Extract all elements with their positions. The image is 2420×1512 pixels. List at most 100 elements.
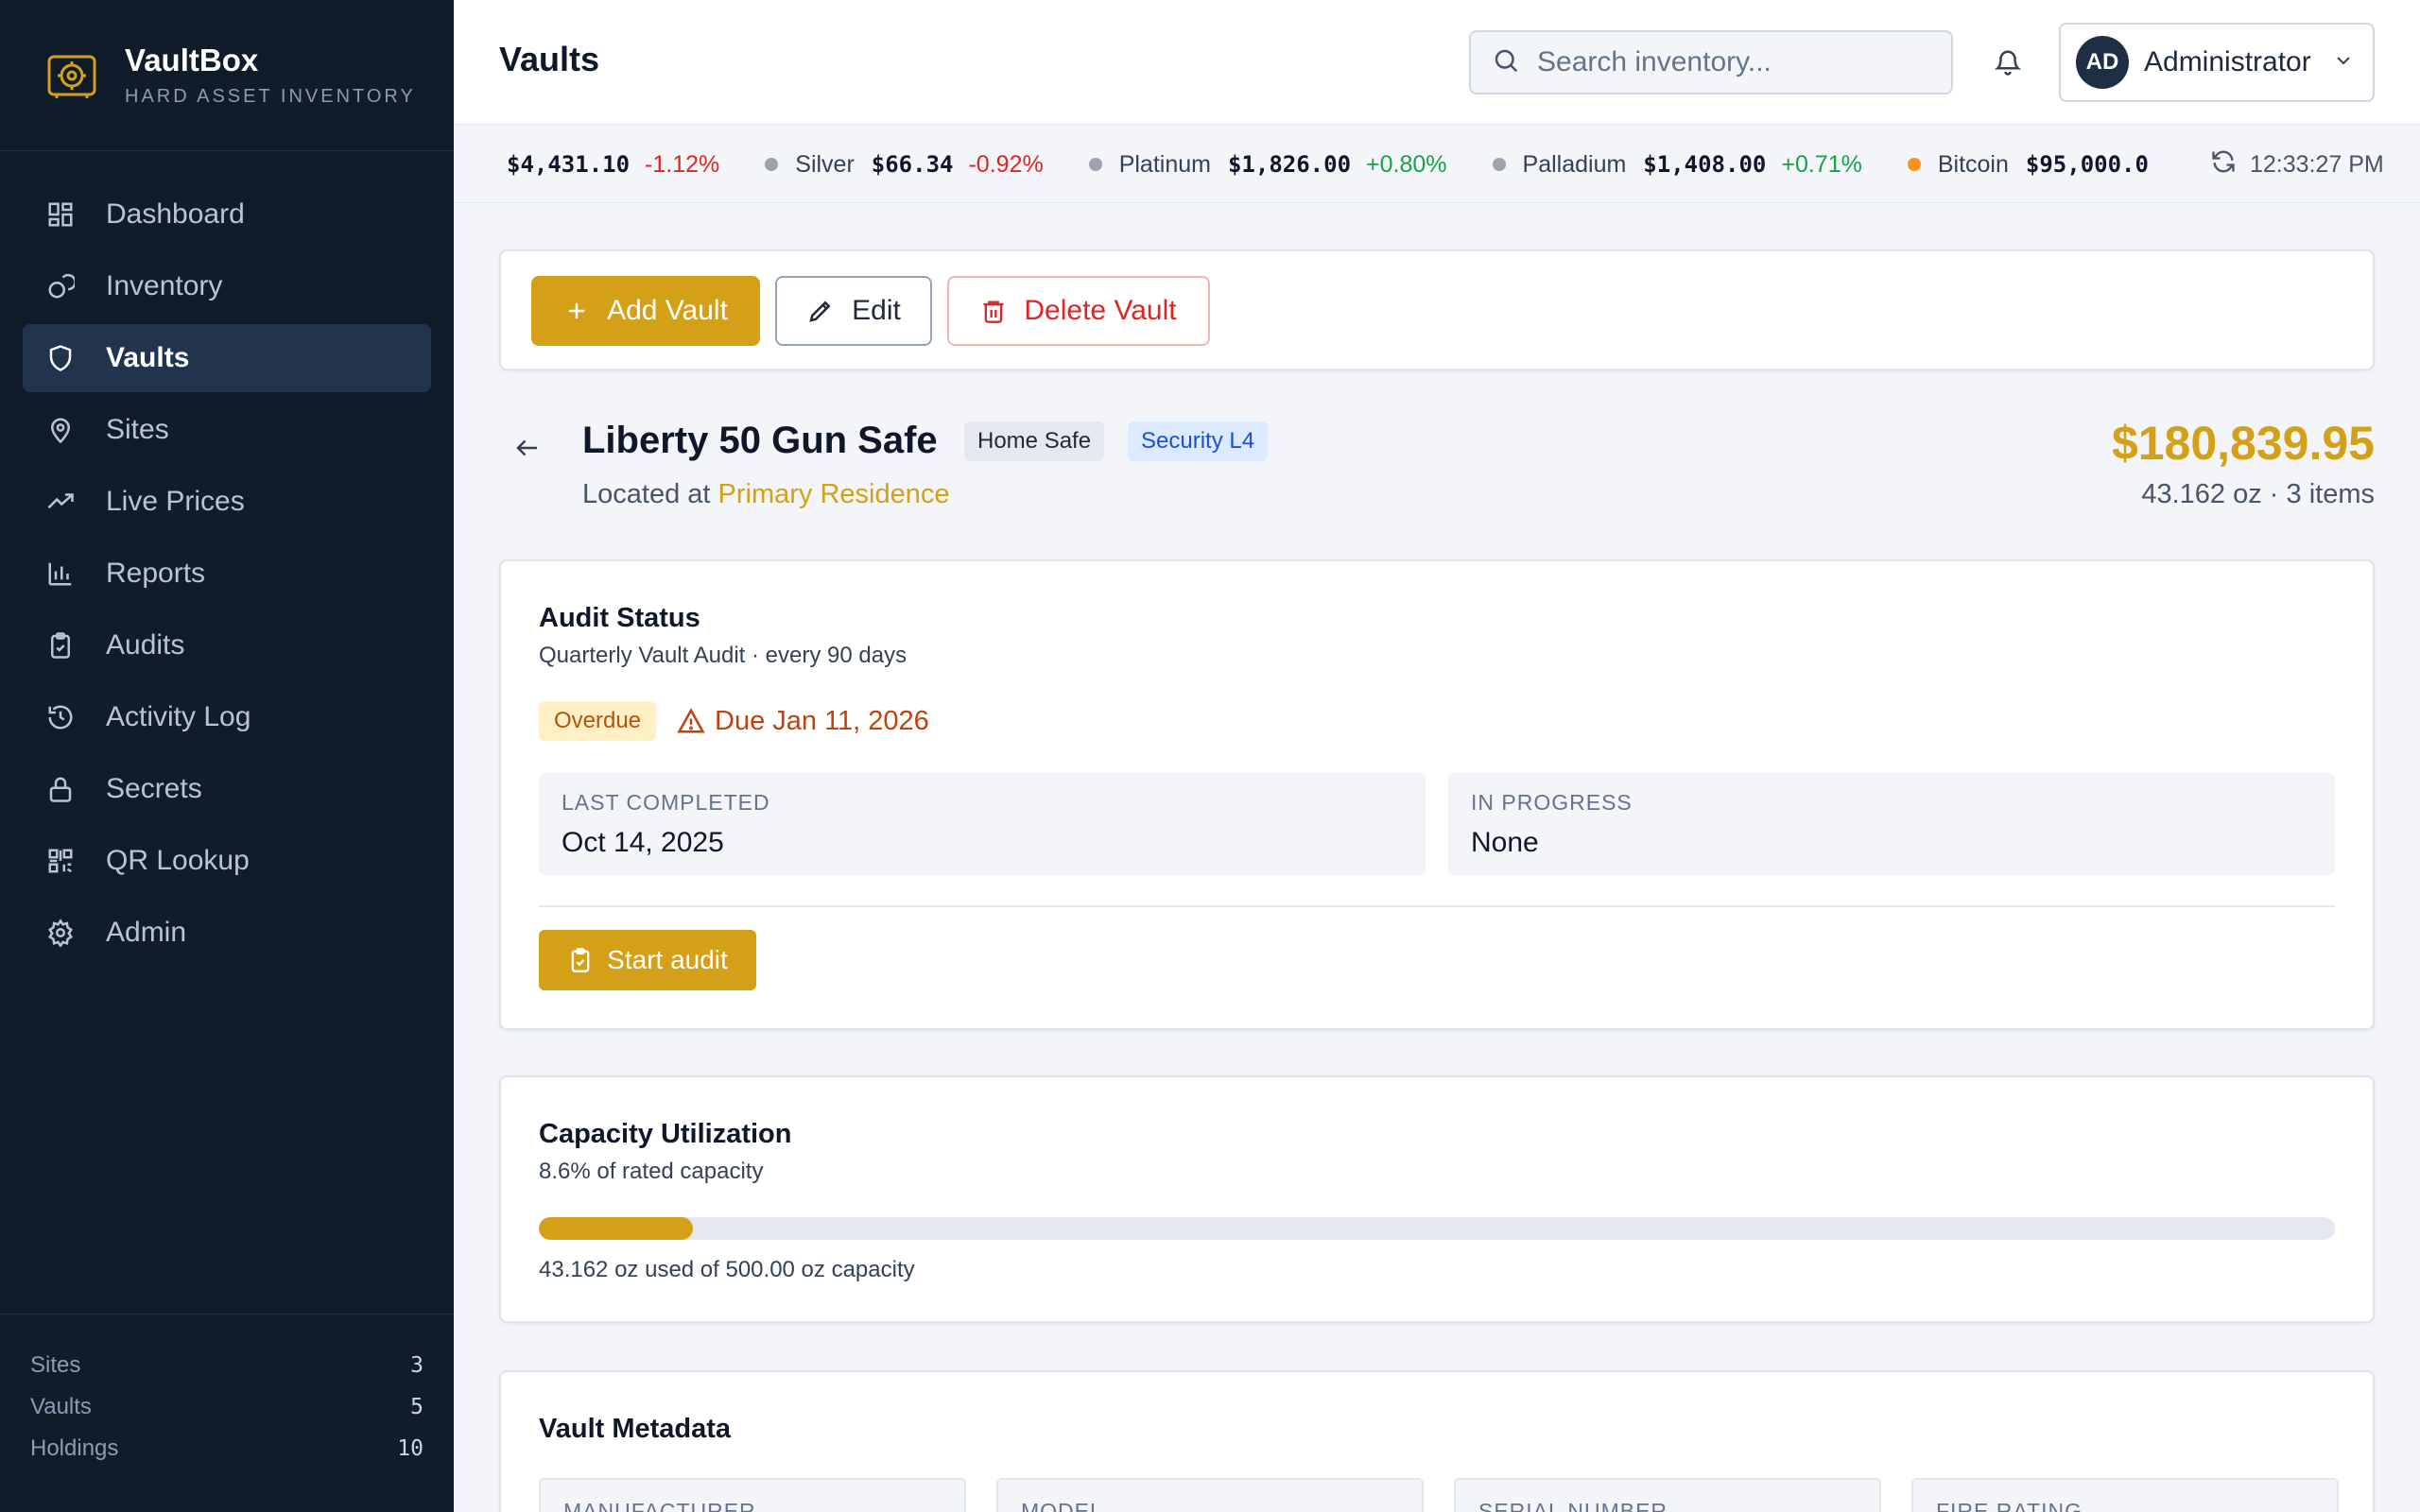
ticker-price: $95,000.0 [2025,151,2149,178]
ticker-item-gold[interactable]: $4,431.10 -1.12% [507,151,719,179]
status-badge: Overdue [539,701,657,741]
sidebar-item-label: Activity Log [106,701,251,732]
meta-field-serial-number: SERIAL NUMBER [1454,1478,1881,1512]
sidebar-nav: Dashboard Inventory Vaults Sites Live Pr… [0,0,454,948]
start-audit-label: Start audit [607,945,728,974]
sidebar-item-label: QR Lookup [106,845,250,876]
sidebar-item-vaults[interactable]: Vaults [23,324,431,392]
ticker-name: Bitcoin [1937,150,2009,178]
vault-summary: 43.162 oz · 3 items [2141,479,2375,509]
sidebar-item-activity-log[interactable]: Activity Log [23,683,431,751]
edit-label: Edit [852,295,901,326]
in-progress-value: None [1471,827,1539,858]
sidebar-stats: Sites 3 Vaults 5 Holdings 10 [0,1314,454,1469]
refresh-icon [2210,148,2250,181]
ticker-change: +0.71% [1781,150,1862,178]
trending-up-icon [45,487,76,517]
ticker-time: 12:33:27 PM [2250,150,2384,178]
ticker-item-platinum[interactable]: Platinum $1,826.00 +0.80% [1088,150,1447,179]
ticker-item-silver[interactable]: Silver $66.34 -0.92% [765,150,1044,179]
stat-label: Holdings [30,1435,119,1461]
metadata-title: Vault Metadata [539,1414,732,1444]
stat-holdings: Holdings 10 [30,1428,424,1469]
add-vault-button[interactable]: Add Vault [531,276,760,346]
ticker-item-bitcoin[interactable]: Bitcoin $95,000.0 [1907,150,2164,179]
capacity-progress-bar [539,1217,2335,1240]
audit-subtitle: Quarterly Vault Audit · every 90 days [539,643,908,668]
audit-due: Due Jan 11, 2026 [677,701,929,741]
sidebar-item-live-prices[interactable]: Live Prices [23,468,431,536]
add-vault-label: Add Vault [607,295,728,326]
sidebar-item-label: Dashboard [106,198,245,230]
delete-vault-button[interactable]: Delete Vault [947,276,1210,346]
notifications-bell-icon[interactable] [1987,42,2029,83]
qr-code-icon [45,846,76,876]
search-icon [1492,46,1520,79]
security-level-tag: Security L4 [1128,421,1269,461]
sidebar-item-label: Reports [106,558,206,589]
sidebar-item-qr-lookup[interactable]: QR Lookup [23,827,431,895]
ticker-change: -0.92% [968,150,1044,178]
stat-value: 3 [410,1353,424,1378]
stat-label: Vaults [30,1394,92,1419]
delete-vault-label: Delete Vault [1024,295,1177,326]
sidebar-item-dashboard[interactable]: Dashboard [23,180,431,249]
ticker-item-palladium[interactable]: Palladium $1,408.00 +0.71% [1492,150,1862,179]
sidebar-item-audits[interactable]: Audits [23,611,431,679]
sidebar: VaultBox HARD ASSET INVENTORY Dashboard … [0,0,454,1512]
stat-vaults: Vaults 5 [30,1386,424,1428]
user-menu-button[interactable]: AD Administrator [2059,23,2375,102]
user-name: Administrator [2144,46,2311,77]
search-box[interactable] [1469,30,1953,94]
start-audit-button[interactable]: Start audit [539,930,756,990]
sidebar-item-sites[interactable]: Sites [23,396,431,464]
lock-icon [45,774,76,804]
ticker-price: $4,431.10 [507,151,631,178]
location-link[interactable]: Primary Residence [718,479,950,509]
back-arrow-icon[interactable] [510,431,544,465]
history-icon [45,702,76,732]
due-date: Due Jan 11, 2026 [715,705,929,736]
vault-location-line: Located at Primary Residence [582,479,950,510]
ticker-price: $1,826.00 [1227,151,1352,178]
edit-button[interactable]: Edit [775,276,932,346]
ticker-price: $1,408.00 [1643,151,1767,178]
vault-metadata-card: Vault Metadata MANUFACTURER MODEL SERIAL… [499,1370,2375,1512]
sidebar-item-label: Inventory [106,270,223,301]
clipboard-check-icon [571,948,590,972]
audit-title: Audit Status [539,603,700,633]
ticker-name: Palladium [1522,150,1627,178]
ticker-name: Silver [795,150,855,178]
vault-name: Liberty 50 Gun Safe [582,420,938,461]
vault-type-tag: Home Safe [964,421,1105,461]
sidebar-item-secrets[interactable]: Secrets [23,755,431,823]
meta-field-model: MODEL [996,1478,1424,1512]
silver-dot-icon [765,158,779,171]
stat-sites: Sites 3 [30,1345,424,1386]
stat-label: Sites [30,1352,81,1378]
sidebar-item-inventory[interactable]: Inventory [23,252,431,320]
shield-icon [45,343,76,373]
meta-field-manufacturer: MANUFACTURER [539,1478,966,1512]
gear-icon [45,918,76,948]
capacity-detail: 43.162 oz used of 500.00 oz capacity [539,1257,915,1282]
warning-triangle-icon [677,708,705,733]
capacity-progress-fill [539,1217,694,1240]
page-title: Vaults [499,40,600,78]
in-progress-label: IN PROGRESS [1471,790,1633,815]
last-completed-box: LAST COMPLETED Oct 14, 2025 [539,773,1426,875]
map-pin-icon [45,415,76,445]
ticker-change: +0.80% [1366,150,1447,178]
divider [539,905,2335,907]
bitcoin-dot-icon [1907,158,1921,171]
price-ticker: $4,431.10 -1.12% Silver $66.34 -0.92% Pl… [454,126,2420,203]
last-completed-label: LAST COMPLETED [562,790,770,815]
avatar: AD [2076,36,2129,89]
ticker-refresh[interactable]: 12:33:27 PM [2187,126,2420,202]
sidebar-item-label: Vaults [106,342,190,373]
sidebar-item-admin[interactable]: Admin [23,899,431,967]
stat-value: 10 [397,1436,424,1461]
sidebar-item-reports[interactable]: Reports [23,540,431,608]
bar-chart-icon [45,558,76,589]
search-input[interactable] [1537,46,1934,78]
